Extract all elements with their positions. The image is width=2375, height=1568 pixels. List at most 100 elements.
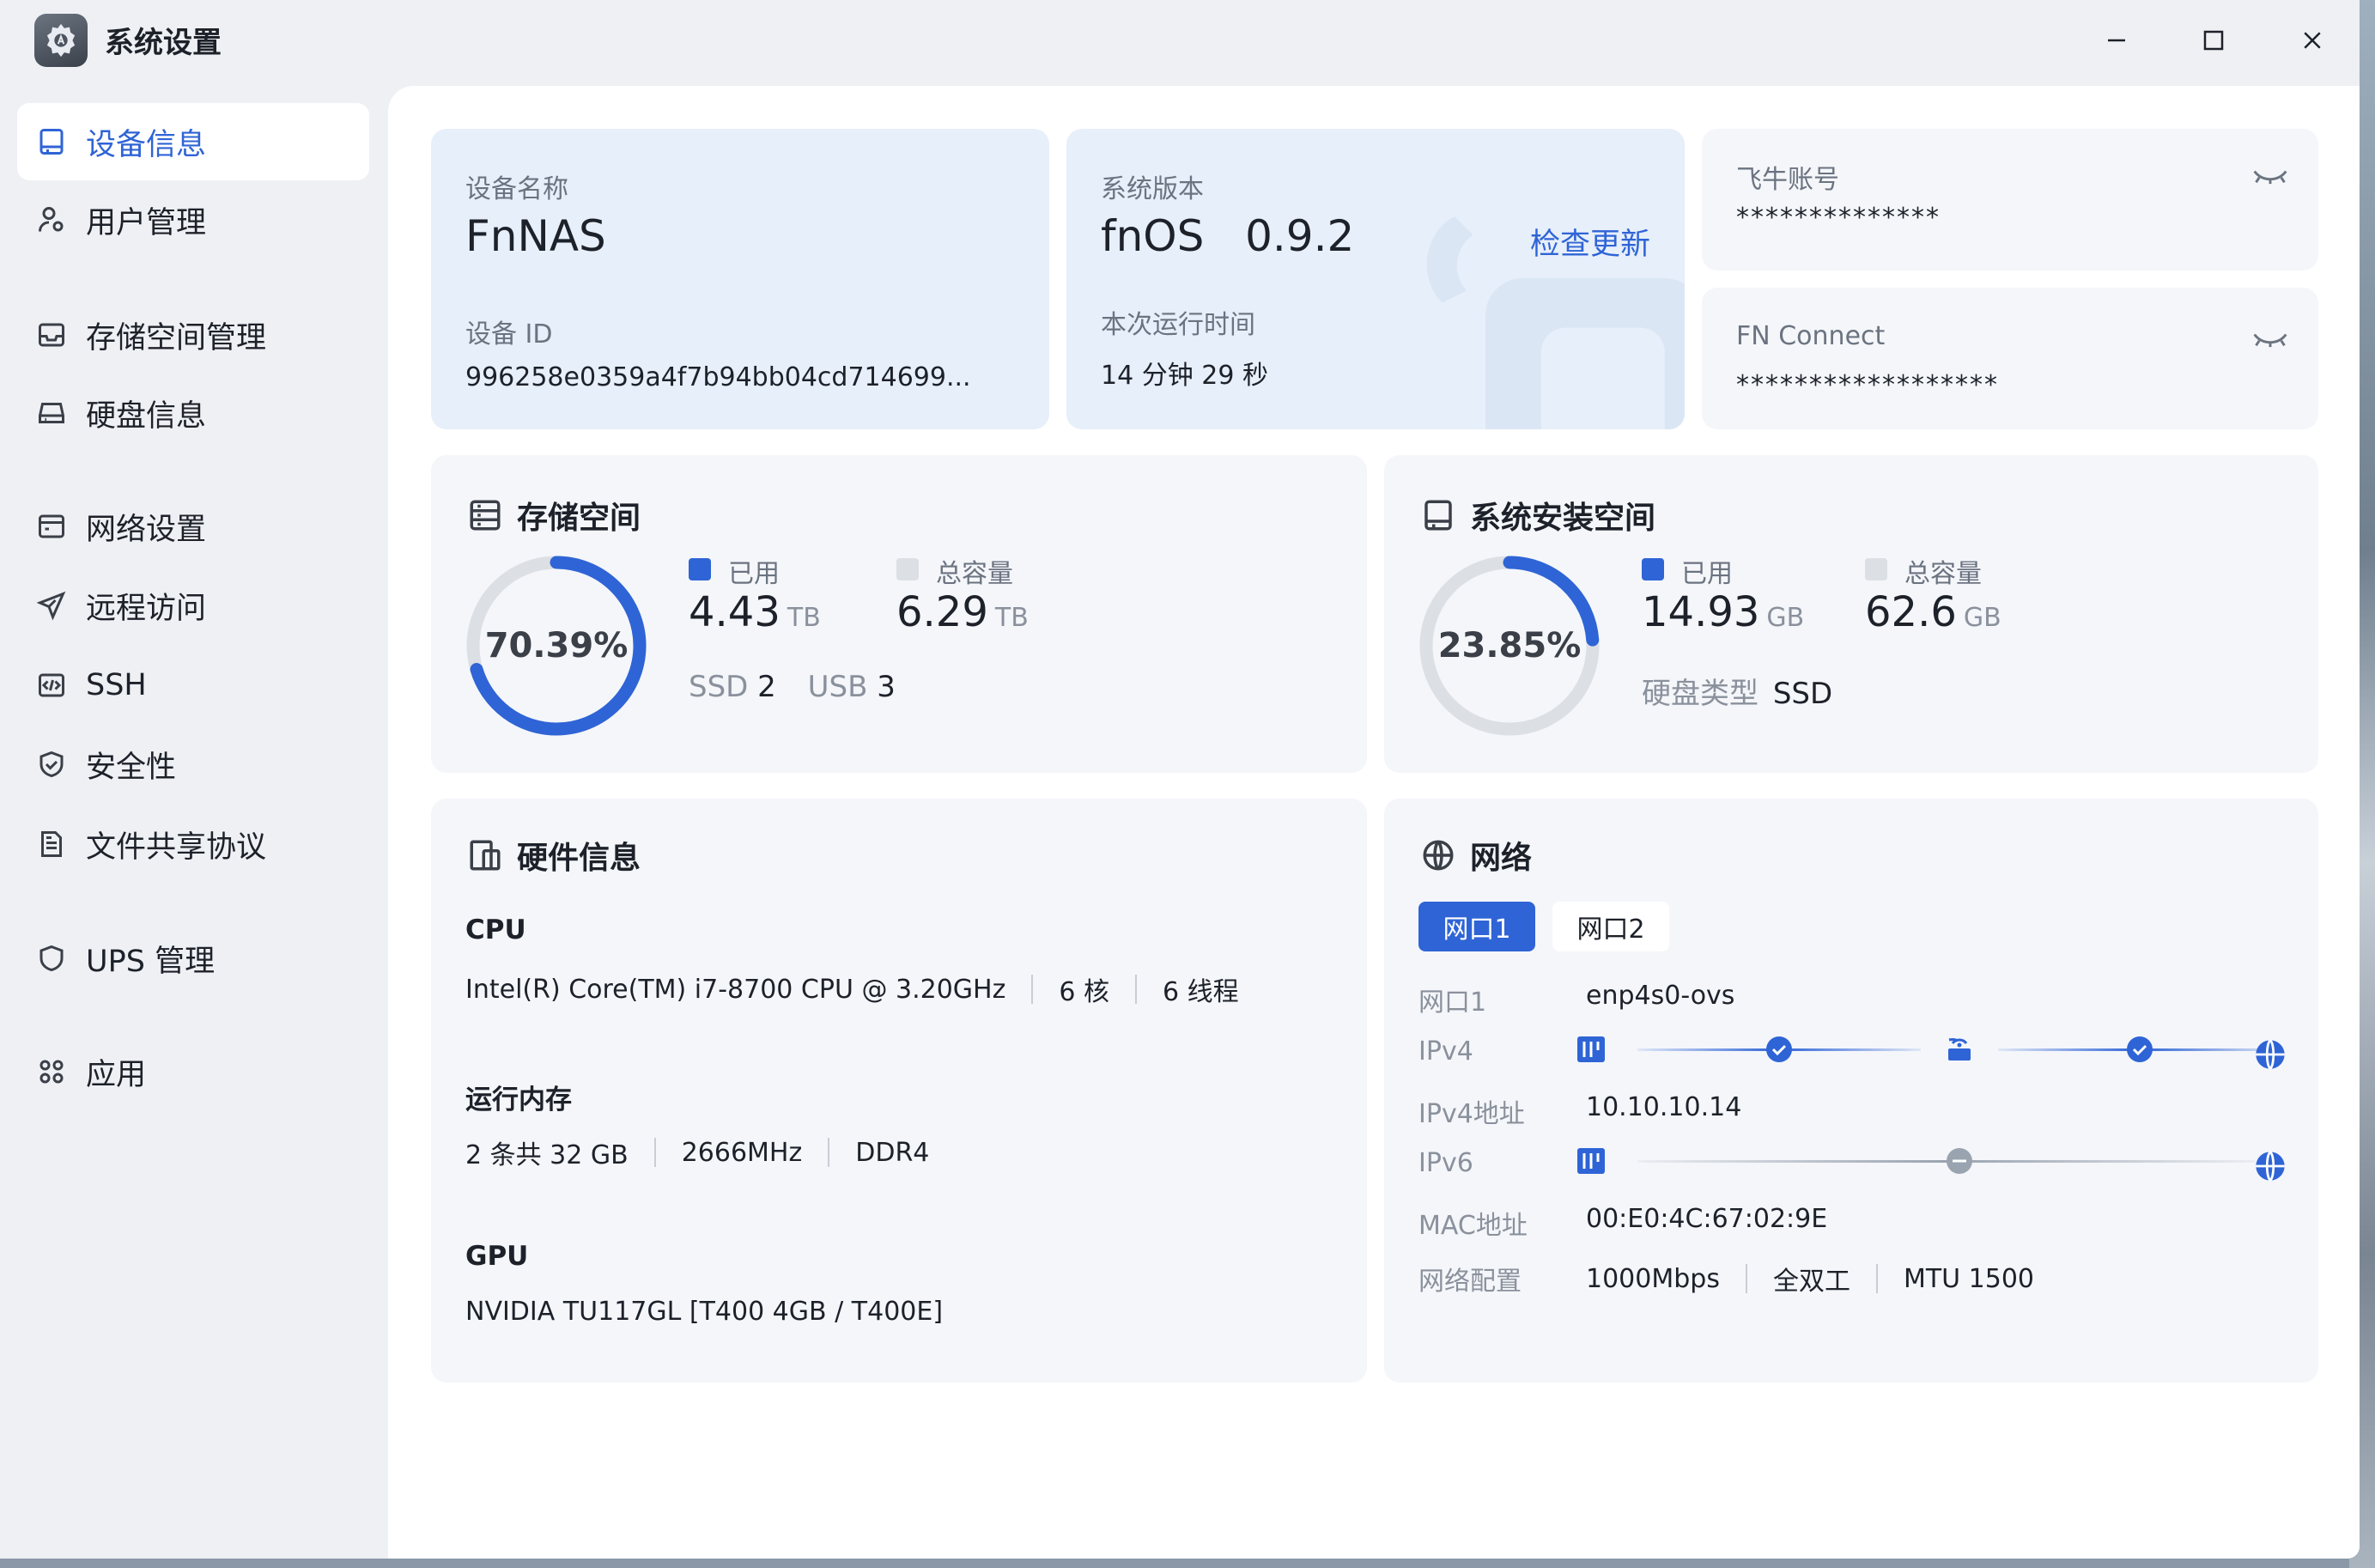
used-legend-swatch	[1642, 558, 1664, 580]
fn-account-value: **************	[1736, 203, 1941, 233]
usb-count: 3	[877, 670, 896, 704]
fn-connect-card: FN Connect ******************	[1702, 288, 2318, 429]
sidebar-item-label: SSH	[86, 668, 147, 702]
tab-port-2[interactable]: 网口2	[1552, 902, 1669, 951]
usb-label: USB	[807, 670, 868, 704]
maximize-button[interactable]	[2192, 19, 2235, 62]
sysdisk-total-value: 62.6	[1865, 588, 1957, 636]
total-legend-swatch	[1865, 558, 1887, 580]
mac-label: MAC地址	[1418, 1211, 1528, 1241]
hard-drive-icon	[36, 398, 67, 428]
apps-grid-icon	[36, 1056, 67, 1087]
disk-type-value: SSD	[1772, 677, 1833, 711]
sidebar-item-label: UPS 管理	[86, 944, 216, 979]
storage-used: 4.43 TB	[689, 588, 821, 636]
network-config-label: 网络配置	[1418, 1267, 1522, 1297]
sidebar-item-label: 远程访问	[86, 591, 207, 626]
sysdisk-total-unit: GB	[1963, 603, 2001, 633]
used-legend-label: 已用	[1681, 559, 1733, 589]
sidebar-item-security[interactable]: 安全性	[17, 726, 369, 803]
divider	[1875, 1264, 1878, 1293]
close-button[interactable]	[2291, 19, 2334, 62]
ipv6-topology	[1577, 1148, 2256, 1174]
storage-percent: 70.39%	[484, 626, 629, 665]
maximize-icon	[2203, 30, 2224, 51]
sidebar-item-user-management[interactable]: 用户管理	[17, 181, 369, 258]
divider	[828, 1138, 830, 1167]
used-legend-swatch	[689, 558, 711, 580]
system-version-label: 系统版本	[1101, 174, 1204, 204]
divider	[1134, 975, 1137, 1004]
disk-type-label: 硬盘类型	[1642, 677, 1758, 711]
uptime-value: 14 分钟 29 秒	[1101, 361, 1268, 391]
cpu-threads: 6 线程	[1162, 977, 1239, 1007]
internet-globe-icon	[2256, 1039, 2285, 1070]
storage-disk-counts: SSD 2 USB 3	[689, 670, 896, 704]
sidebar-item-label: 网络设置	[86, 512, 207, 547]
sysdisk-donut: 23.85%	[1415, 551, 1604, 740]
device-name: FnNAS	[465, 211, 606, 261]
user-gear-icon	[36, 204, 67, 235]
sidebar-item-label: 文件共享协议	[86, 830, 267, 865]
sidebar: 设备信息 用户管理 存储空间管理 硬盘信息 网络设置 远程访问 SSH 安全性	[0, 84, 388, 1559]
duplex-mode: 全双工	[1772, 1267, 1850, 1297]
used-legend-label: 已用	[728, 559, 780, 589]
hardware-card: 硬件信息 CPU Intel(R) Core(TM) i7-8700 CPU @…	[431, 799, 1367, 1383]
system-version-card: 系统版本 fnOS 0.9.2 检查更新 本次运行时间 14 分钟 29 秒	[1066, 129, 1685, 429]
settings-app-icon	[34, 14, 88, 67]
sysdisk-used: 14.93 GB	[1642, 588, 1804, 636]
sysdisk-total: 62.6 GB	[1865, 588, 2001, 636]
sidebar-item-file-sharing[interactable]: 文件共享协议	[17, 805, 369, 883]
storage-total-value: 6.29	[896, 588, 988, 636]
sidebar-item-ups[interactable]: UPS 管理	[17, 920, 369, 997]
fn-connect-value: ******************	[1736, 370, 1999, 400]
close-icon	[2304, 32, 2321, 49]
network-card-icon	[36, 511, 67, 542]
sidebar-item-network-settings[interactable]: 网络设置	[17, 488, 369, 565]
sysdisk-title-text: 系统安装空间	[1470, 501, 1656, 536]
device-card: 设备名称 FnNAS 设备 ID 996258e0359a4f7b94bb04c…	[431, 129, 1049, 429]
memory-heading: 运行内存	[465, 1085, 572, 1115]
shield-icon	[36, 943, 67, 974]
network-title: 网络	[1420, 833, 1532, 878]
total-legend-swatch	[896, 558, 919, 580]
sysdisk-used-unit: GB	[1766, 603, 1805, 633]
sysdisk-title: 系统安装空间	[1420, 493, 1655, 538]
system-version: fnOS 0.9.2	[1101, 211, 1355, 261]
system-install-card: 系统安装空间 23.85% 已用 总容量 14.93 GB 62.6 GB 硬盘类型…	[1384, 455, 2318, 773]
ipv4-label: IPv4	[1418, 1036, 1473, 1067]
mtu-value: MTU 1500	[1903, 1263, 2035, 1294]
storage-icon	[470, 500, 501, 531]
mac-value: 00:E0:4C:67:02:9E	[1586, 1204, 1828, 1234]
tab-port-1[interactable]: 网口1	[1418, 902, 1535, 951]
device-id-label: 设备 ID	[465, 319, 553, 349]
code-terminal-icon	[36, 670, 67, 701]
memory-details: 2 条共 32 GB 2666MHz DDR4	[465, 1133, 929, 1171]
inbox-icon	[36, 319, 67, 350]
sidebar-item-label: 安全性	[86, 750, 177, 785]
check-circle-icon	[2127, 1036, 2153, 1062]
sidebar-item-label: 设备信息	[86, 127, 207, 162]
monitor-icon	[1424, 500, 1452, 531]
eye-closed-icon[interactable]	[2251, 163, 2289, 189]
sidebar-item-apps[interactable]: 应用	[17, 1033, 369, 1110]
internet-globe-icon	[2256, 1151, 2285, 1182]
sidebar-item-label: 硬盘信息	[86, 398, 207, 434]
sidebar-item-ssh[interactable]: SSH	[17, 647, 369, 724]
sidebar-item-disk-info[interactable]: 硬盘信息	[17, 374, 369, 452]
gpu-model: NVIDIA TU117GL [T400 4GB / T400E]	[465, 1297, 944, 1327]
globe-icon	[1423, 840, 1454, 871]
sidebar-item-device-info[interactable]: 设备信息	[17, 103, 369, 180]
storage-card: 存储空间 70.39% 已用 总容量 4.43 TB 6.29 TB SSD 2 U…	[431, 455, 1367, 773]
divider	[1031, 975, 1034, 1004]
eye-closed-icon[interactable]	[2251, 326, 2289, 352]
send-icon	[36, 590, 67, 621]
minimize-button[interactable]	[2095, 19, 2138, 62]
sidebar-item-remote-access[interactable]: 远程访问	[17, 567, 369, 644]
device-id: 996258e0359a4f7b94bb04cd714699...	[465, 362, 971, 392]
cpu-heading: CPU	[465, 915, 526, 945]
check-update-link[interactable]: 检查更新	[1530, 220, 1650, 264]
sidebar-item-storage-management[interactable]: 存储空间管理	[17, 296, 369, 374]
window-title: 系统设置	[105, 26, 222, 60]
settings-window: 系统设置 设备信息 用户管理 存储空间管理 硬盘信息 网络设置 远程访问 SSH…	[0, 0, 2360, 1559]
